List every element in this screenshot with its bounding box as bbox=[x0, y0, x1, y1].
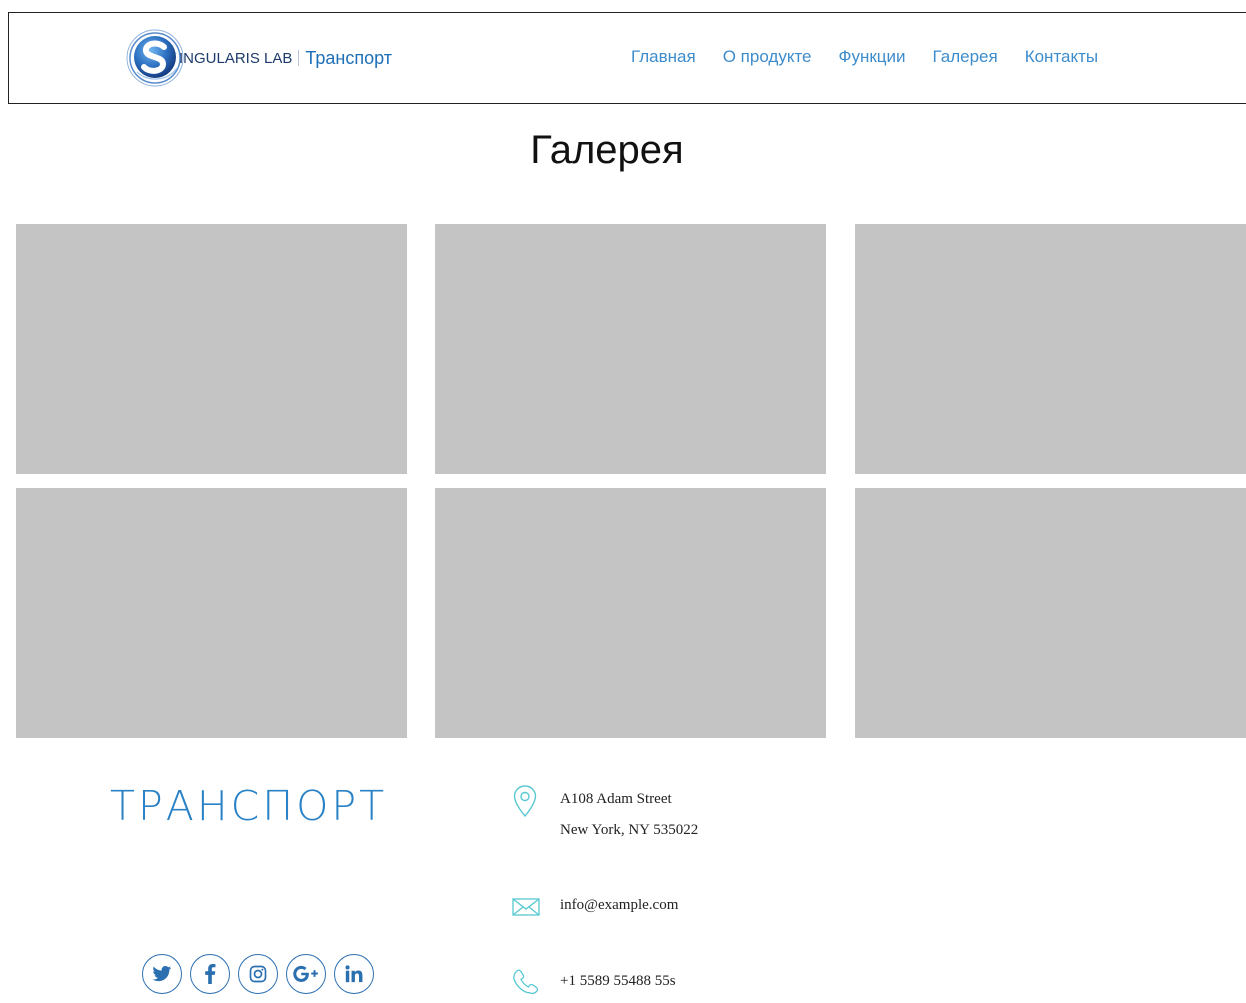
email-link[interactable]: info@example.com bbox=[560, 890, 678, 921]
singularis-logo-icon bbox=[125, 28, 185, 88]
footer-brand: ТРАНСПОРТ bbox=[110, 782, 388, 830]
linkedin-icon[interactable] bbox=[334, 954, 374, 994]
gallery-image[interactable] bbox=[855, 488, 1246, 738]
address-line-1: A108 Adam Street bbox=[560, 791, 672, 807]
logo-divider bbox=[298, 50, 300, 66]
location-pin-icon bbox=[510, 784, 542, 818]
gallery-image[interactable] bbox=[855, 224, 1246, 474]
instagram-icon[interactable] bbox=[238, 954, 278, 994]
nav-link-about[interactable]: О продукте bbox=[723, 47, 812, 67]
facebook-icon[interactable] bbox=[190, 954, 230, 994]
twitter-icon[interactable] bbox=[142, 954, 182, 994]
site-header: INGULARIS LAB Транспорт Главная О продук… bbox=[8, 12, 1246, 104]
site-logo[interactable]: INGULARIS LAB Транспорт bbox=[125, 25, 392, 91]
google-plus-icon[interactable] bbox=[286, 954, 326, 994]
nav-link-gallery[interactable]: Галерея bbox=[933, 47, 998, 67]
logo-text: INGULARIS LAB bbox=[179, 49, 293, 67]
gallery-image[interactable] bbox=[435, 488, 826, 738]
contact-phone: +1 5589 55488 55s bbox=[510, 966, 676, 998]
gallery-image[interactable] bbox=[16, 224, 407, 474]
nav-link-contacts[interactable]: Контакты bbox=[1025, 47, 1098, 67]
nav-link-home[interactable]: Главная bbox=[631, 47, 696, 67]
address-line-2: New York, NY 535022 bbox=[560, 822, 699, 838]
main-nav: Главная О продукте Функции Галерея Конта… bbox=[631, 47, 1125, 67]
social-links bbox=[142, 954, 382, 994]
page-title: Галерея bbox=[530, 128, 684, 172]
phone-icon bbox=[510, 966, 542, 998]
nav-link-features[interactable]: Функции bbox=[839, 47, 906, 67]
contact-email: info@example.com bbox=[510, 890, 678, 922]
contact-address: A108 Adam Street New York, NY 535022 bbox=[510, 784, 698, 846]
envelope-icon bbox=[510, 890, 542, 922]
gallery-image[interactable] bbox=[16, 488, 407, 738]
gallery-image[interactable] bbox=[435, 224, 826, 474]
logo-subtitle: Транспорт bbox=[305, 47, 392, 68]
phone-number[interactable]: +1 5589 55488 55s bbox=[560, 966, 676, 997]
